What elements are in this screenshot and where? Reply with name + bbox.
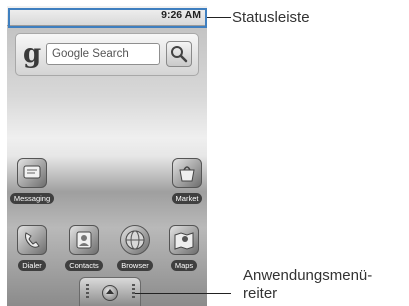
browser-icon bbox=[120, 225, 150, 255]
grip-right bbox=[132, 284, 135, 300]
app-label: Messaging bbox=[9, 193, 55, 204]
google-logo: g bbox=[23, 39, 42, 69]
app-label: Contacts bbox=[65, 260, 103, 271]
phone-screen: 9:26 AM g Google Search Messaging Market… bbox=[7, 6, 207, 306]
market-icon bbox=[172, 158, 202, 188]
app-drawer-icon bbox=[102, 285, 118, 301]
app-tab-callout-label-2: reiter bbox=[243, 285, 278, 302]
status-bar-callout-label: Statusleiste bbox=[232, 9, 310, 26]
app-label: Browser bbox=[117, 260, 153, 271]
search-input[interactable]: Google Search bbox=[46, 43, 160, 65]
app-tab-callout-line bbox=[135, 293, 231, 294]
search-button[interactable] bbox=[166, 41, 192, 67]
app-contacts[interactable]: Contacts bbox=[59, 225, 109, 273]
app-messaging[interactable]: Messaging bbox=[7, 158, 57, 206]
messaging-icon bbox=[17, 158, 47, 188]
app-tab-callout-label-1: Anwendungsmenü- bbox=[243, 267, 373, 284]
dialer-icon bbox=[17, 225, 47, 255]
app-market[interactable]: Market bbox=[162, 158, 207, 206]
maps-icon bbox=[169, 225, 199, 255]
app-label: Dialer bbox=[18, 260, 46, 271]
grip-left bbox=[86, 284, 89, 300]
contacts-icon bbox=[69, 225, 99, 255]
app-label: Maps bbox=[170, 260, 198, 271]
search-icon bbox=[171, 46, 188, 63]
status-bar-callout-line bbox=[207, 17, 231, 18]
app-drawer-tab[interactable] bbox=[79, 277, 141, 306]
status-bar-highlight bbox=[8, 8, 207, 28]
app-label: Market bbox=[171, 193, 203, 204]
google-search-widget[interactable]: g Google Search bbox=[15, 33, 199, 76]
app-dialer[interactable]: Dialer bbox=[7, 225, 57, 273]
app-browser[interactable]: Browser bbox=[110, 225, 160, 273]
app-maps[interactable]: Maps bbox=[159, 225, 207, 273]
